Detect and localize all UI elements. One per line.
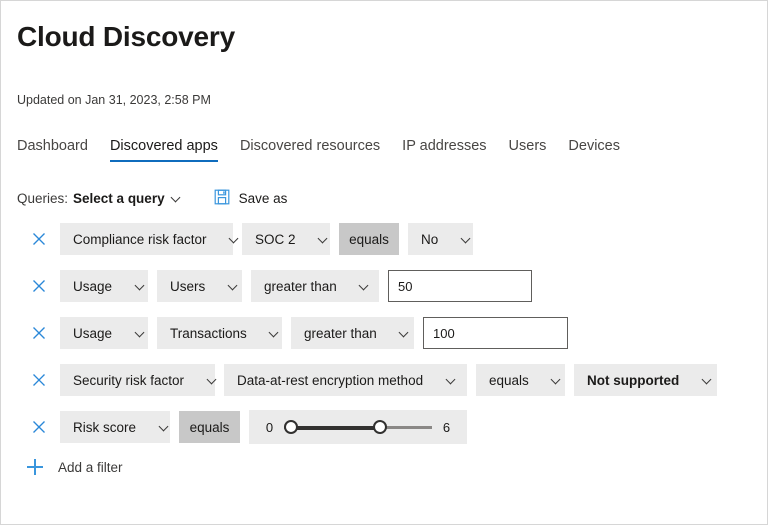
chevron-down-icon <box>270 328 280 338</box>
chevron-down-icon <box>207 375 217 385</box>
save-floppy-icon <box>214 189 230 208</box>
plus-icon <box>26 458 44 476</box>
chip-label: equals <box>489 372 529 388</box>
chip-label: Transactions <box>170 325 247 341</box>
slider-min-label: 0 <box>265 419 274 435</box>
chip-label: Risk score <box>73 419 137 435</box>
chip-label: SOC 2 <box>255 231 296 247</box>
chevron-down-icon <box>446 375 456 385</box>
filter-chip-compliance-risk-factor[interactable]: Compliance risk factor <box>60 223 233 255</box>
chip-label: Usage <box>73 325 113 341</box>
filter-chip-not-supported[interactable]: Not supported <box>574 364 717 396</box>
filter-value-input[interactable] <box>388 270 532 302</box>
filter-chip-risk-score[interactable]: Risk score <box>60 411 170 443</box>
chip-label: Data-at-rest encryption method <box>237 372 424 388</box>
add-filter-button[interactable]: Add a filter <box>26 458 136 476</box>
filter-chip-greater-than[interactable]: greater than <box>291 317 414 349</box>
chip-label: No <box>421 231 439 247</box>
save-as-button[interactable]: Save as <box>214 189 288 208</box>
close-x-icon[interactable] <box>28 275 50 297</box>
filter-chip-no[interactable]: No <box>408 223 473 255</box>
chip-label: Not supported <box>587 372 680 388</box>
chevron-down-icon <box>159 422 169 432</box>
tab-devices[interactable]: Devices <box>568 138 620 162</box>
chip-label: greater than <box>264 278 337 294</box>
filter-chip-data-at-rest-encryption-method[interactable]: Data-at-rest encryption method <box>224 364 467 396</box>
slider-track[interactable] <box>284 417 432 437</box>
save-as-label: Save as <box>238 190 288 206</box>
last-updated-text: Updated on Jan 31, 2023, 2:58 PM <box>17 93 211 107</box>
chip-label: equals <box>349 231 389 247</box>
slider-handle-low[interactable] <box>284 420 298 434</box>
slider-handle-high[interactable] <box>373 420 388 434</box>
filter-row-compliance-risk-factor: Compliance risk factor SOC 2 equals No <box>17 223 751 255</box>
query-selector[interactable]: Select a query <box>73 191 182 206</box>
filter-value-input[interactable] <box>423 317 568 349</box>
chip-label: greater than <box>304 325 377 341</box>
slider-max-label: 6 <box>442 419 451 435</box>
close-x-icon[interactable] <box>28 369 50 391</box>
filter-chip-equals: equals <box>339 223 399 255</box>
chevron-down-icon <box>228 281 238 291</box>
tab-bar: Dashboard Discovered apps Discovered resou… <box>17 132 751 162</box>
filter-chip-users[interactable]: Users <box>157 270 242 302</box>
chevron-down-icon <box>135 281 145 291</box>
tab-ip-addresses[interactable]: IP addresses <box>402 138 486 162</box>
filter-chip-usage[interactable]: Usage <box>60 317 148 349</box>
filter-chip-greater-than[interactable]: greater than <box>251 270 379 302</box>
tab-discovered-apps[interactable]: Discovered apps <box>109 138 218 162</box>
chevron-down-icon <box>461 234 471 244</box>
cloud-discovery-page: Cloud Discovery Updated on Jan 31, 2023,… <box>0 0 768 525</box>
close-x-icon[interactable] <box>28 228 50 250</box>
close-x-icon[interactable] <box>28 416 50 438</box>
add-filter-label: Add a filter <box>58 459 123 475</box>
slider-track-selected <box>291 425 381 430</box>
chip-label: Security risk factor <box>73 372 185 388</box>
chevron-down-icon <box>702 375 712 385</box>
query-selector-value: Select a query <box>73 190 165 206</box>
queries-bar: Queries: Select a query Save as <box>17 187 751 209</box>
tab-discovered-resources[interactable]: Discovered resources <box>240 138 380 162</box>
filter-row-risk-score: Risk score equals 0 6 <box>17 410 751 444</box>
page-title: Cloud Discovery <box>17 21 235 52</box>
filter-row-usage-transactions: Usage Transactions greater than <box>17 317 751 349</box>
filter-chip-equals: equals <box>179 411 240 443</box>
filter-chip-equals[interactable]: equals <box>476 364 565 396</box>
filter-chip-transactions[interactable]: Transactions <box>157 317 282 349</box>
chip-label: Usage <box>73 278 113 294</box>
filter-chip-soc-2[interactable]: SOC 2 <box>242 223 330 255</box>
chevron-down-icon <box>400 328 410 338</box>
risk-score-range-slider: 06 <box>249 410 467 444</box>
filter-chip-usage[interactable]: Usage <box>60 270 148 302</box>
queries-label: Queries: <box>17 190 69 206</box>
filter-row-security-risk-factor: Security risk factor Data-at-rest encrypt… <box>17 364 751 396</box>
filter-row-usage-users: Usage Users greater than <box>17 270 751 302</box>
chip-label: Compliance risk factor <box>73 231 207 247</box>
chevron-down-icon <box>319 234 329 244</box>
chevron-down-icon <box>172 193 182 203</box>
chevron-down-icon <box>135 328 145 338</box>
filter-list: Compliance risk factor SOC 2 equals No Usage… <box>17 223 751 444</box>
chip-label: Users <box>170 278 206 294</box>
chip-label: equals <box>189 419 230 435</box>
tab-dashboard[interactable]: Dashboard <box>17 138 88 162</box>
filter-chip-security-risk-factor[interactable]: Security risk factor <box>60 364 215 396</box>
chevron-down-icon <box>552 375 562 385</box>
chevron-down-icon <box>360 281 370 291</box>
chevron-down-icon <box>230 234 240 244</box>
tab-users[interactable]: Users <box>509 138 547 162</box>
close-x-icon[interactable] <box>28 322 50 344</box>
